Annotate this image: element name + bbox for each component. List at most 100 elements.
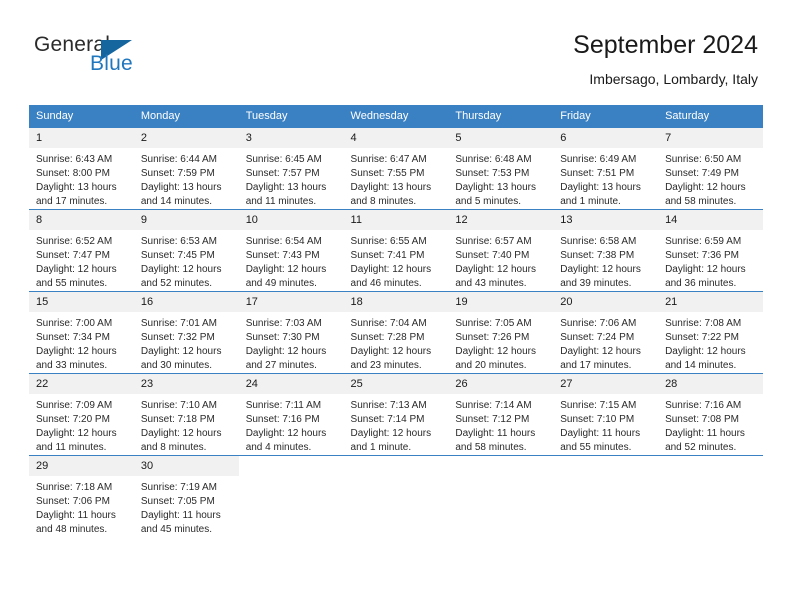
day-cell-empty xyxy=(553,455,659,537)
daylight-text-line2: and 8 minutes. xyxy=(350,196,417,207)
sunset-text: Sunset: 7:24 PM xyxy=(560,332,635,343)
day-number: 30 xyxy=(133,456,239,476)
sunrise-text: Sunrise: 7:16 AM xyxy=(665,400,742,411)
sunrise-text: Sunrise: 7:05 AM xyxy=(455,318,532,329)
day-cell[interactable]: 30 Sunrise: 7:19 AM Sunset: 7:05 PM Dayl… xyxy=(133,455,239,537)
day-number: 29 xyxy=(29,456,134,476)
day-cell[interactable]: 28 Sunrise: 7:16 AM Sunset: 7:08 PM Dayl… xyxy=(658,373,763,456)
daylight-text-line2: and 17 minutes. xyxy=(36,196,108,207)
weekday-header-tuesday: Tuesday xyxy=(238,105,344,128)
daylight-text-line2: and 11 minutes. xyxy=(36,442,107,453)
day-cell[interactable]: 17 Sunrise: 7:03 AM Sunset: 7:30 PM Dayl… xyxy=(238,291,344,374)
sunrise-text: Sunrise: 7:19 AM xyxy=(140,482,217,493)
daylight-text-line1: Daylight: 12 hours xyxy=(665,264,746,275)
day-cell[interactable]: 13 Sunrise: 6:58 AM Sunset: 7:38 PM Dayl… xyxy=(553,209,659,292)
day-cell[interactable]: 3 Sunrise: 6:45 AM Sunset: 7:57 PM Dayli… xyxy=(238,127,344,210)
day-number: 9 xyxy=(133,210,239,230)
day-details: Sunrise: 6:54 AM Sunset: 7:43 PM Dayligh… xyxy=(239,230,344,291)
day-number: 24 xyxy=(238,374,344,394)
day-cell[interactable]: 20 Sunrise: 7:06 AM Sunset: 7:24 PM Dayl… xyxy=(553,291,659,374)
day-cell-empty xyxy=(658,455,763,537)
day-cell[interactable]: 7 Sunrise: 6:50 AM Sunset: 7:49 PM Dayli… xyxy=(658,127,763,210)
daylight-text-line2: and 1 minute. xyxy=(350,442,412,453)
daylight-text-line1: Daylight: 12 hours xyxy=(350,346,432,357)
day-cell[interactable]: 5 Sunrise: 6:48 AM Sunset: 7:53 PM Dayli… xyxy=(448,127,554,210)
sunset-text: Sunset: 7:12 PM xyxy=(455,414,530,425)
sunrise-text: Sunrise: 6:48 AM xyxy=(455,154,532,165)
sunrise-text: Sunrise: 7:14 AM xyxy=(455,400,532,411)
daylight-text-line1: Daylight: 12 hours xyxy=(665,346,746,357)
daylight-text-line1: Daylight: 12 hours xyxy=(350,428,432,439)
day-cell[interactable]: 16 Sunrise: 7:01 AM Sunset: 7:32 PM Dayl… xyxy=(133,291,239,374)
day-number: 7 xyxy=(658,128,763,148)
sunrise-text: Sunrise: 7:03 AM xyxy=(245,318,322,329)
sunrise-text: Sunrise: 7:09 AM xyxy=(36,400,113,411)
daylight-text-line1: Daylight: 13 hours xyxy=(36,182,117,193)
sunrise-text: Sunrise: 7:04 AM xyxy=(350,318,427,329)
day-cell[interactable]: 2 Sunrise: 6:44 AM Sunset: 7:59 PM Dayli… xyxy=(133,127,239,210)
day-cell[interactable]: 29 Sunrise: 7:18 AM Sunset: 7:06 PM Dayl… xyxy=(29,455,134,537)
day-cell[interactable]: 11 Sunrise: 6:55 AM Sunset: 7:41 PM Dayl… xyxy=(343,209,449,292)
day-details: Sunrise: 7:04 AM Sunset: 7:28 PM Dayligh… xyxy=(344,312,449,373)
daylight-text-line2: and 48 minutes. xyxy=(36,524,108,535)
daylight-text-line1: Daylight: 12 hours xyxy=(245,264,327,275)
daylight-text-line2: and 46 minutes. xyxy=(350,278,422,289)
sunset-text: Sunset: 7:14 PM xyxy=(350,414,425,425)
page-title: September 2024 xyxy=(573,31,758,59)
weekday-header-wednesday: Wednesday xyxy=(343,105,449,128)
sunset-text: Sunset: 7:06 PM xyxy=(36,496,110,507)
day-number: 2 xyxy=(133,128,239,148)
day-details: Sunrise: 7:16 AM Sunset: 7:08 PM Dayligh… xyxy=(658,394,763,455)
day-cell[interactable]: 12 Sunrise: 6:57 AM Sunset: 7:40 PM Dayl… xyxy=(448,209,554,292)
calendar-body: 1 Sunrise: 6:43 AM Sunset: 8:00 PM Dayli… xyxy=(29,127,763,537)
day-cell[interactable]: 25 Sunrise: 7:13 AM Sunset: 7:14 PM Dayl… xyxy=(343,373,449,456)
day-cell[interactable]: 6 Sunrise: 6:49 AM Sunset: 7:51 PM Dayli… xyxy=(553,127,659,210)
sunrise-text: Sunrise: 7:08 AM xyxy=(665,318,742,329)
sunrise-text: Sunrise: 7:11 AM xyxy=(245,400,322,411)
sunrise-text: Sunrise: 7:10 AM xyxy=(140,400,217,411)
sunrise-text: Sunrise: 6:59 AM xyxy=(665,236,742,247)
daylight-text-line2: and 39 minutes. xyxy=(560,278,632,289)
daylight-text-line2: and 45 minutes. xyxy=(140,524,213,535)
day-cell[interactable]: 15 Sunrise: 7:00 AM Sunset: 7:34 PM Dayl… xyxy=(29,291,134,374)
day-cell[interactable]: 4 Sunrise: 6:47 AM Sunset: 7:55 PM Dayli… xyxy=(343,127,449,210)
day-cell[interactable]: 18 Sunrise: 7:04 AM Sunset: 7:28 PM Dayl… xyxy=(343,291,449,374)
day-details: Sunrise: 7:15 AM Sunset: 7:10 PM Dayligh… xyxy=(553,394,658,455)
sunset-text: Sunset: 7:55 PM xyxy=(350,168,425,179)
daylight-text-line2: and 55 minutes. xyxy=(36,278,108,289)
daylight-text-line1: Daylight: 11 hours xyxy=(665,428,745,439)
day-cell[interactable]: 10 Sunrise: 6:54 AM Sunset: 7:43 PM Dayl… xyxy=(238,209,344,292)
day-cell[interactable]: 1 Sunrise: 6:43 AM Sunset: 8:00 PM Dayli… xyxy=(29,127,134,210)
sunrise-text: Sunrise: 7:01 AM xyxy=(140,318,217,329)
daylight-text-line1: Daylight: 13 hours xyxy=(140,182,222,193)
daylight-text-line1: Daylight: 12 hours xyxy=(245,428,327,439)
day-cell[interactable]: 26 Sunrise: 7:14 AM Sunset: 7:12 PM Dayl… xyxy=(448,373,554,456)
day-cell[interactable]: 19 Sunrise: 7:05 AM Sunset: 7:26 PM Dayl… xyxy=(448,291,554,374)
day-cell[interactable]: 23 Sunrise: 7:10 AM Sunset: 7:18 PM Dayl… xyxy=(133,373,239,456)
daylight-text-line1: Daylight: 11 hours xyxy=(560,428,641,439)
day-details: Sunrise: 6:55 AM Sunset: 7:41 PM Dayligh… xyxy=(344,230,449,291)
day-cell[interactable]: 14 Sunrise: 6:59 AM Sunset: 7:36 PM Dayl… xyxy=(658,209,763,292)
day-details: Sunrise: 7:08 AM Sunset: 7:22 PM Dayligh… xyxy=(658,312,763,373)
brand-logo[interactable]: General Blue xyxy=(34,33,204,83)
daylight-text-line1: Daylight: 12 hours xyxy=(560,264,641,275)
sunset-text: Sunset: 7:59 PM xyxy=(140,168,215,179)
day-cell[interactable]: 8 Sunrise: 6:52 AM Sunset: 7:47 PM Dayli… xyxy=(29,209,134,292)
daylight-text-line2: and 5 minutes. xyxy=(455,196,521,207)
day-details: Sunrise: 7:11 AM Sunset: 7:16 PM Dayligh… xyxy=(239,394,344,455)
day-cell[interactable]: 9 Sunrise: 6:53 AM Sunset: 7:45 PM Dayli… xyxy=(133,209,239,292)
day-number xyxy=(448,456,554,476)
day-cell[interactable]: 24 Sunrise: 7:11 AM Sunset: 7:16 PM Dayl… xyxy=(238,373,344,456)
calendar-week-row: 22 Sunrise: 7:09 AM Sunset: 7:20 PM Dayl… xyxy=(29,373,763,456)
daylight-text-line2: and 49 minutes. xyxy=(245,278,317,289)
daylight-text-line1: Daylight: 12 hours xyxy=(245,346,327,357)
calendar-week-row: 29 Sunrise: 7:18 AM Sunset: 7:06 PM Dayl… xyxy=(29,455,763,537)
day-cell[interactable]: 27 Sunrise: 7:15 AM Sunset: 7:10 PM Dayl… xyxy=(553,373,659,456)
calendar-header-row: Sunday Monday Tuesday Wednesday Thursday… xyxy=(29,105,763,128)
day-details: Sunrise: 7:05 AM Sunset: 7:26 PM Dayligh… xyxy=(448,312,553,373)
day-number: 28 xyxy=(658,374,763,394)
day-details: Sunrise: 7:01 AM Sunset: 7:32 PM Dayligh… xyxy=(134,312,239,373)
daylight-text-line2: and 17 minutes. xyxy=(560,360,632,371)
day-cell[interactable]: 22 Sunrise: 7:09 AM Sunset: 7:20 PM Dayl… xyxy=(29,373,134,456)
day-cell[interactable]: 21 Sunrise: 7:08 AM Sunset: 7:22 PM Dayl… xyxy=(658,291,763,374)
